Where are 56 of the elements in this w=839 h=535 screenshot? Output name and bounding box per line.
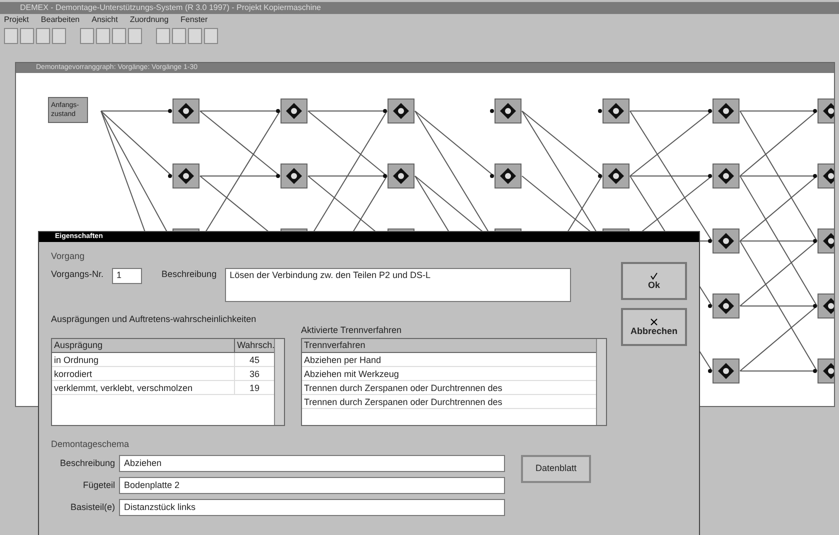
- graph-node[interactable]: [383, 164, 414, 188]
- graph-node[interactable]: [708, 358, 740, 384]
- column-header: Trennverfahren: [302, 338, 596, 353]
- cross-icon: [650, 318, 658, 326]
- field-label: Fügeteil: [82, 478, 115, 492]
- group-label: Vorgang: [51, 250, 86, 263]
- section-label: Aktivierte Trennverfahren: [301, 324, 403, 337]
- table-cell: Trennen durch Zerspanen oder Durchtrennen des: [302, 395, 596, 409]
- field-label: Vorgangs-Nr.: [51, 268, 104, 281]
- graph-node[interactable]: [708, 98, 740, 124]
- graph-node[interactable]: [813, 294, 834, 318]
- table-cell: Abziehen mit Werkzeug: [302, 367, 596, 381]
- menu-item[interactable]: Ansicht: [92, 14, 118, 26]
- graph-node[interactable]: [168, 164, 200, 188]
- cancel-button[interactable]: Abbrechen: [621, 308, 687, 346]
- graph-node[interactable]: [813, 164, 834, 188]
- graph-node[interactable]: [276, 164, 308, 188]
- number-field[interactable]: 1: [112, 268, 142, 284]
- graph-node[interactable]: [708, 228, 740, 254]
- table-cell-text: in Ordnung: [53, 354, 100, 366]
- window-title: DEMEX - Demontage-Unterstützungs-System (R 3.0 1997) - Projekt Kopiermaschine: [0, 2, 839, 14]
- field-label: Beschreibung: [58, 456, 115, 470]
- datasheet-button[interactable]: Datenblatt: [521, 455, 591, 483]
- group-label: Demontageschema: [51, 438, 130, 451]
- column-header: Ausprägung: [53, 338, 104, 352]
- graph-node[interactable]: [708, 164, 740, 188]
- graph-node[interactable]: [598, 164, 630, 188]
- section-label: Ausprägungen und Auftretens-wahrscheinlichkeiten: [51, 314, 258, 326]
- check-icon: [650, 272, 658, 280]
- field-label: Beschreibung: [162, 268, 217, 281]
- description-field[interactable]: Lösen der Verbindung zw. den Teilen P2 und DS-L: [224, 268, 571, 302]
- graph-node[interactable]: [490, 98, 522, 124]
- graph-node[interactable]: [708, 294, 740, 318]
- graph-node[interactable]: [168, 98, 200, 124]
- table-cell-text: korrodiert: [53, 368, 94, 380]
- graph-node[interactable]: [276, 98, 308, 124]
- graph-node[interactable]: [598, 98, 630, 124]
- table-cell-text: verklemmt, verklebt, verschmolzen: [53, 382, 194, 394]
- menu-item[interactable]: Fenster: [180, 14, 208, 26]
- graph-node[interactable]: [813, 358, 834, 384]
- table-cell: Trennen durch Zerspanen oder Durchtrennen des: [302, 381, 596, 395]
- menu-item[interactable]: Projekt: [4, 14, 29, 26]
- text-field[interactable]: Bodenplatte 2: [119, 477, 505, 494]
- text-field[interactable]: Distanzstück links: [119, 499, 505, 516]
- scrollbar[interactable]: [274, 338, 284, 424]
- text-field[interactable]: Abziehen: [119, 455, 505, 472]
- graph-node[interactable]: [813, 228, 834, 254]
- graph-node[interactable]: [383, 98, 414, 124]
- table-cell: Abziehen per Hand: [302, 353, 596, 367]
- ok-button[interactable]: Ok: [621, 262, 687, 300]
- menu-item[interactable]: Bearbeiten: [40, 14, 80, 26]
- graph-node[interactable]: [490, 164, 522, 188]
- field-label: Basisteil(e): [69, 500, 115, 514]
- menu-item[interactable]: Zuordnung: [130, 14, 169, 26]
- graph-node[interactable]: [813, 98, 834, 124]
- scrollbar[interactable]: [596, 338, 606, 424]
